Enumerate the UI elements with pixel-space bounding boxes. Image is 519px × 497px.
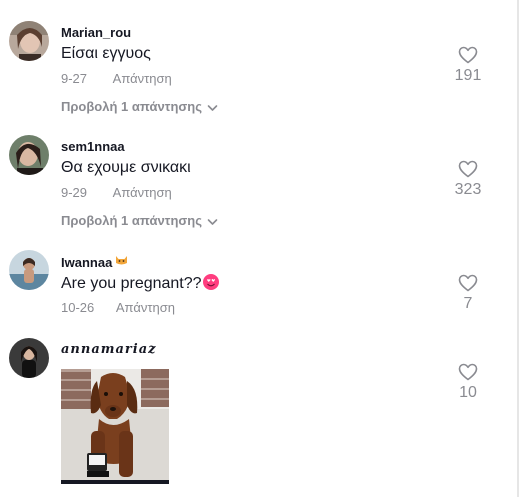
- comment-username[interactable]: annamariaz: [61, 342, 157, 357]
- heart-outline-icon[interactable]: [458, 363, 478, 381]
- like-count: 10: [459, 384, 477, 401]
- avatar[interactable]: [9, 338, 49, 378]
- comment-item: annamariaz 10: [0, 0, 517, 497]
- like-button[interactable]: 10: [448, 363, 488, 402]
- dachshund-photo[interactable]: [61, 369, 169, 484]
